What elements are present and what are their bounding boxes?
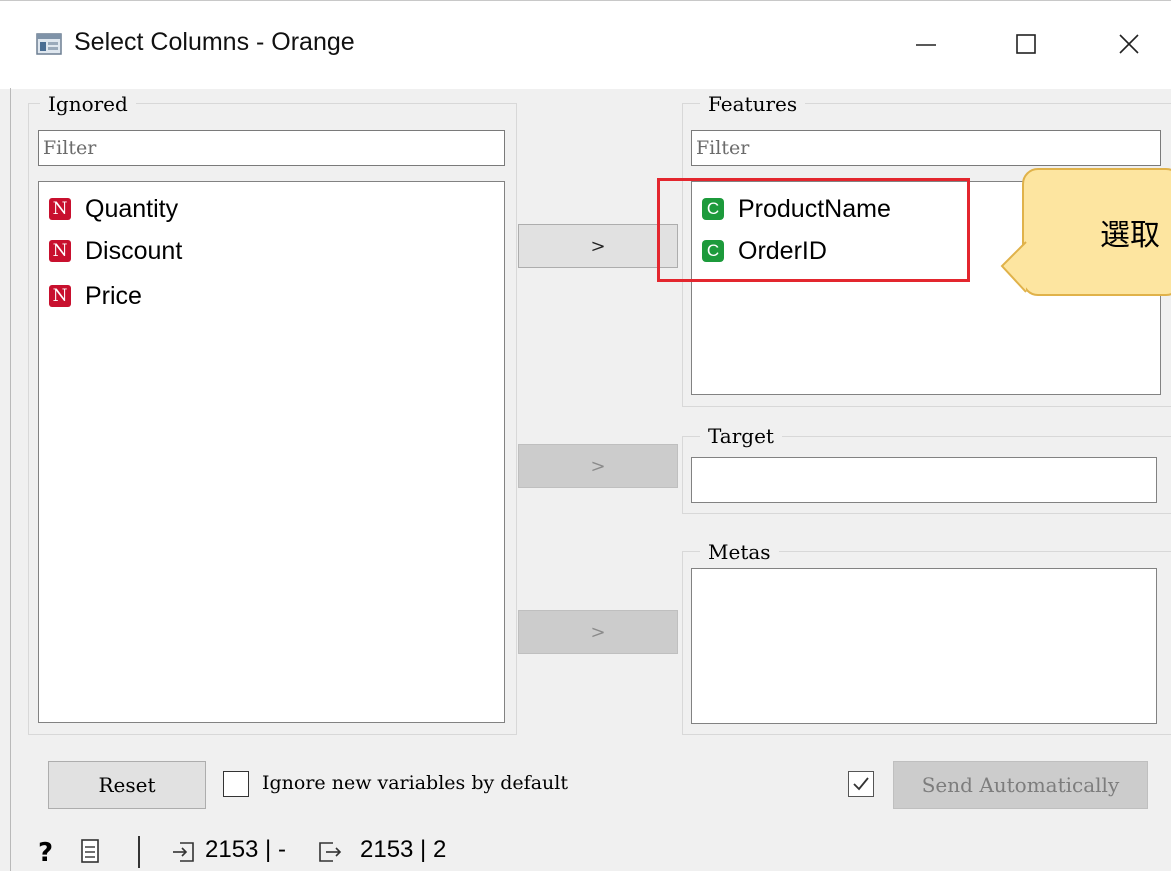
report-icon[interactable] [80, 838, 100, 869]
move-to-metas-button[interactable]: > [518, 610, 678, 654]
target-title: Target [700, 424, 782, 448]
metas-title: Metas [700, 540, 779, 564]
move-to-target-button[interactable]: > [518, 444, 678, 488]
item-label: Discount [85, 236, 183, 265]
minimize-button[interactable] [903, 22, 949, 66]
input-count: 2153 | - [205, 836, 286, 863]
item-label: Quantity [85, 194, 179, 223]
numeric-variable-icon: N [49, 198, 71, 220]
features-filter-field[interactable] [692, 131, 1160, 165]
item-label: Price [85, 281, 142, 310]
orange-app-icon [36, 33, 62, 55]
numeric-variable-icon: N [49, 285, 71, 307]
reset-button[interactable]: Reset [48, 761, 206, 809]
checkmark-icon [853, 777, 869, 791]
input-data-icon [172, 840, 196, 869]
maximize-button[interactable] [1003, 22, 1049, 66]
output-data-icon [318, 840, 344, 869]
metas-list[interactable] [691, 568, 1157, 724]
status-divider [138, 836, 140, 868]
target-list[interactable] [691, 457, 1157, 503]
ignored-title: Ignored [40, 92, 136, 116]
window-title: Select Columns - Orange [74, 28, 355, 56]
features-filter-input[interactable] [691, 130, 1161, 166]
send-automatically-button[interactable]: Send Automatically [893, 761, 1148, 809]
output-count: 2153 | 2 [360, 836, 447, 863]
list-item-quantity[interactable]: N Quantity [49, 191, 178, 227]
callout-text: 選取 [1100, 219, 1160, 252]
ignored-list[interactable]: N Quantity N Discount N Price [38, 181, 505, 723]
numeric-variable-icon: N [49, 240, 71, 262]
send-automatically-checkbox[interactable] [848, 771, 874, 797]
list-item-price[interactable]: N Price [49, 278, 142, 314]
features-title: Features [700, 92, 806, 116]
close-button[interactable] [1106, 22, 1152, 66]
ignore-new-variables-checkbox[interactable] [223, 771, 249, 797]
move-to-features-button[interactable]: > [518, 224, 678, 268]
ignored-filter-field[interactable] [39, 131, 504, 165]
ignore-new-variables-label[interactable]: Ignore new variables by default [262, 772, 568, 794]
callout-pointer [1000, 241, 1027, 293]
ignored-filter-input[interactable] [38, 130, 505, 166]
list-item-discount[interactable]: N Discount [49, 233, 182, 269]
help-icon[interactable]: ? [38, 838, 53, 868]
window-border [10, 88, 11, 871]
selection-highlight-box [657, 178, 970, 282]
